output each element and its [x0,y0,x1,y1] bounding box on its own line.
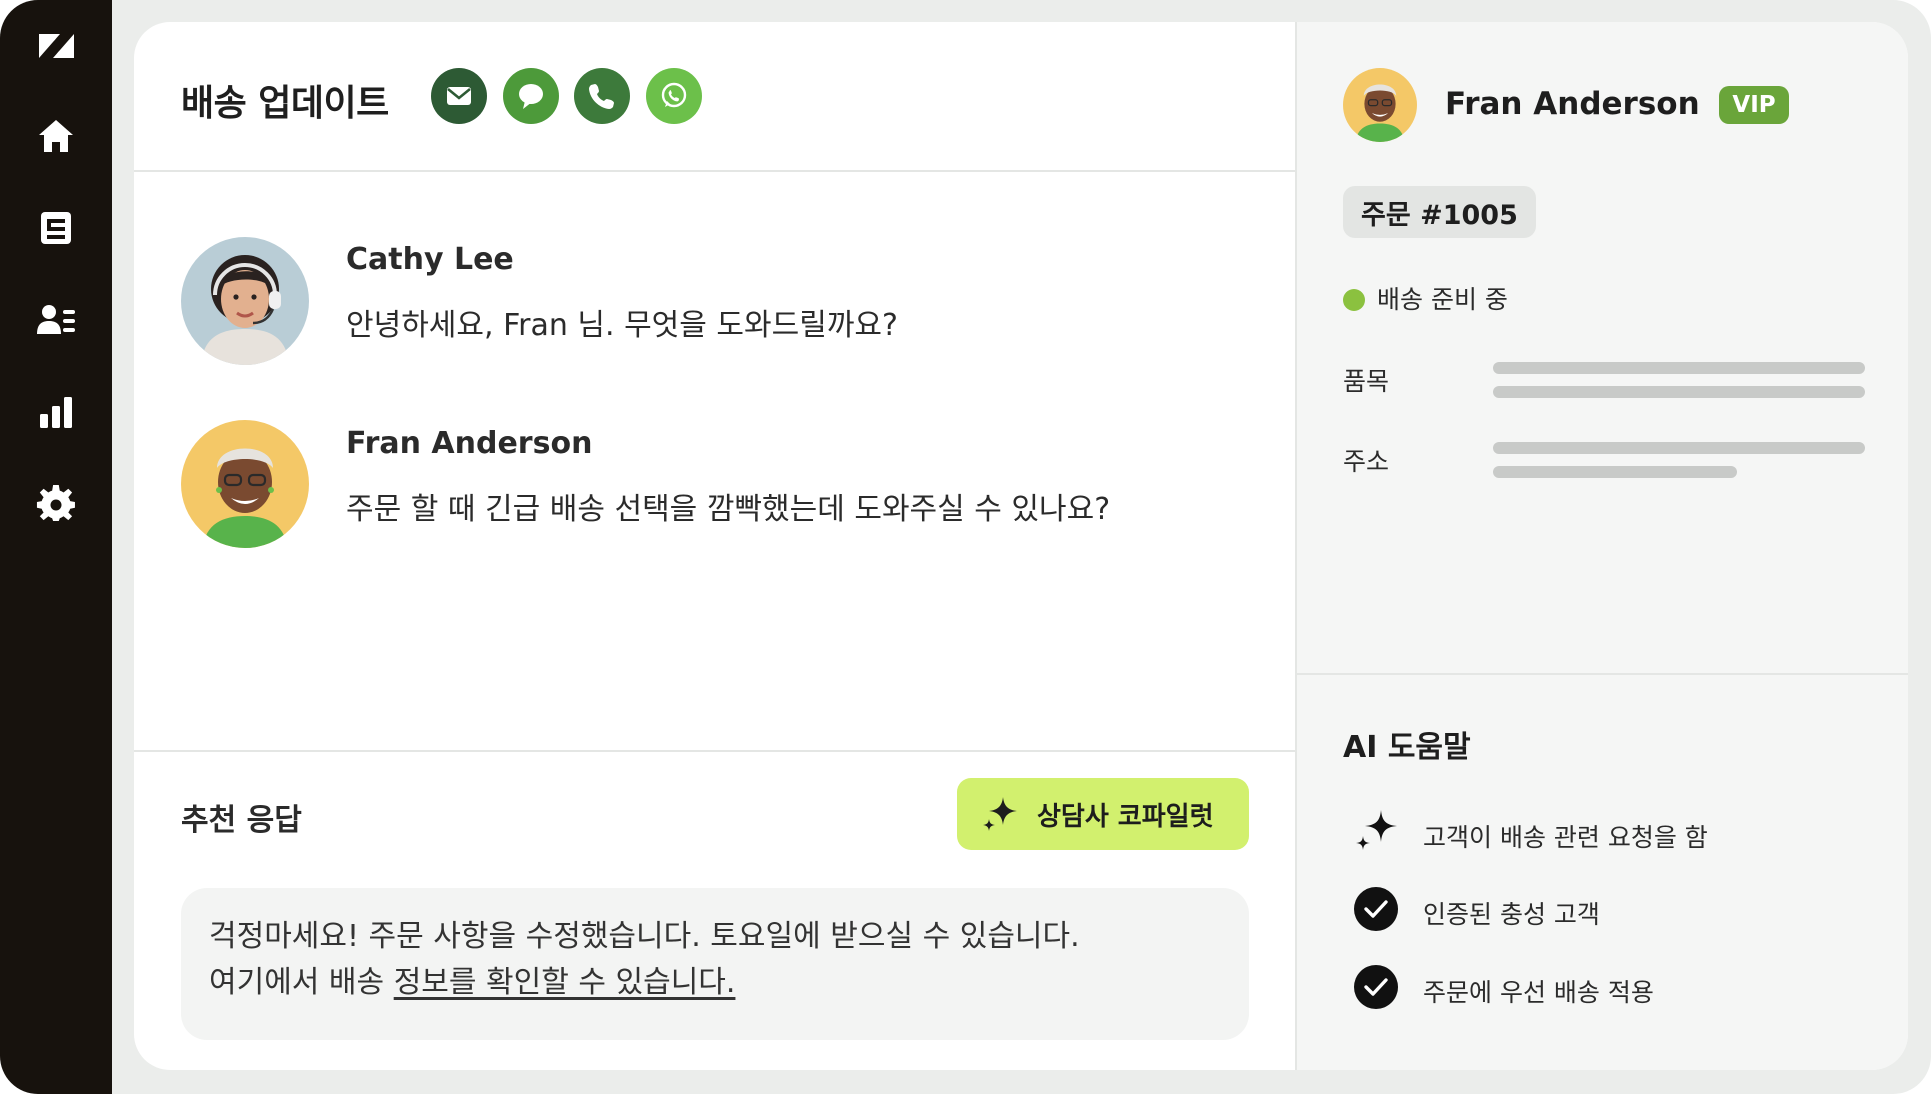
customer-avatar-image [181,420,309,548]
ai-help-item-text: 고객이 배송 관련 요청을 함 [1423,823,1708,852]
address-placeholder-bar [1493,466,1737,478]
agent-avatar-image [181,237,309,365]
header-divider [134,170,1295,172]
workspace-card: 배송 업데이트 Cathy Lee 안녕하세요, Fran 님. 무엇을 도와드… [134,22,1908,1070]
reports-icon[interactable] [34,390,78,434]
chat-icon [519,84,543,109]
message-text: 주문 할 때 긴급 배송 선택을 깜빡했는데 도와주실 수 있나요? [346,492,1111,527]
avatar [181,420,309,548]
message-author: Fran Anderson [346,426,593,461]
customer-panel: Fran Anderson VIP 주문 #1005 배송 준비 중 품목 주소… [1295,22,1908,1070]
email-channel-button[interactable] [431,68,487,124]
settings-icon[interactable] [34,482,78,526]
composer-divider [134,750,1295,752]
ai-help-item-text: 주문에 우선 배송 적용 [1423,978,1654,1007]
customer-name: Fran Anderson [1445,86,1700,122]
message-author: Cathy Lee [346,242,514,277]
conversation-title: 배송 업데이트 [181,83,389,124]
address-placeholder-bar [1493,442,1865,454]
order-status: 배송 준비 중 [1377,285,1508,314]
vip-badge: VIP [1719,86,1789,124]
order-number-pill[interactable]: 주문 #1005 [1343,186,1536,238]
home-icon[interactable] [34,114,78,158]
check-circle-icon [1353,964,1399,1010]
ai-help-item-text: 인증된 충성 고객 [1423,900,1600,929]
customers-icon[interactable] [34,298,78,342]
status-dot [1343,289,1365,311]
panel-divider [1297,673,1908,675]
address-label: 주소 [1343,447,1390,476]
reply-line: 여기에서 배송 정보를 확인할 수 있습니다. [209,960,1221,1006]
avatar [181,237,309,365]
suggested-reply-box[interactable]: 걱정마세요! 주문 사항을 수정했습니다. 토요일에 받으실 수 있습니다. 여… [181,888,1249,1040]
message-text: 안녕하세요, Fran 님. 무엇을 도와드릴까요? [346,308,898,343]
sparkle-icon [983,797,1017,831]
phone-channel-button[interactable] [574,68,630,124]
zendesk-logo-icon[interactable] [34,24,78,68]
chat-channel-button[interactable] [503,68,559,124]
whatsapp-icon [661,82,687,108]
suggested-reply-title: 추천 응답 [181,803,302,838]
customer-avatar-image [1343,68,1417,142]
agent-copilot-button[interactable]: 상담사 코파일럿 [957,778,1249,850]
email-icon [447,87,471,105]
reply-text: 여기에서 배송 [209,965,394,1000]
whatsapp-channel-button[interactable] [646,68,702,124]
reply-line: 걱정마세요! 주문 사항을 수정했습니다. 토요일에 받으실 수 있습니다. [209,919,1080,954]
phone-icon [589,84,614,109]
shipping-info-link[interactable]: 정보를 확인할 수 있습니다. [394,965,736,1000]
copilot-button-label: 상담사 코파일럿 [1037,801,1214,832]
sidebar [0,0,112,1094]
sparkle-icon [1353,808,1399,854]
item-label: 품목 [1343,367,1390,396]
check-circle-icon [1353,886,1399,932]
app-frame: 배송 업데이트 Cathy Lee 안녕하세요, Fran 님. 무엇을 도와드… [0,0,1931,1094]
tickets-icon[interactable] [34,206,78,250]
ai-help-title: AI 도움말 [1343,730,1471,765]
avatar [1343,68,1417,142]
item-placeholder-bar [1493,362,1865,374]
item-placeholder-bar [1493,386,1865,398]
